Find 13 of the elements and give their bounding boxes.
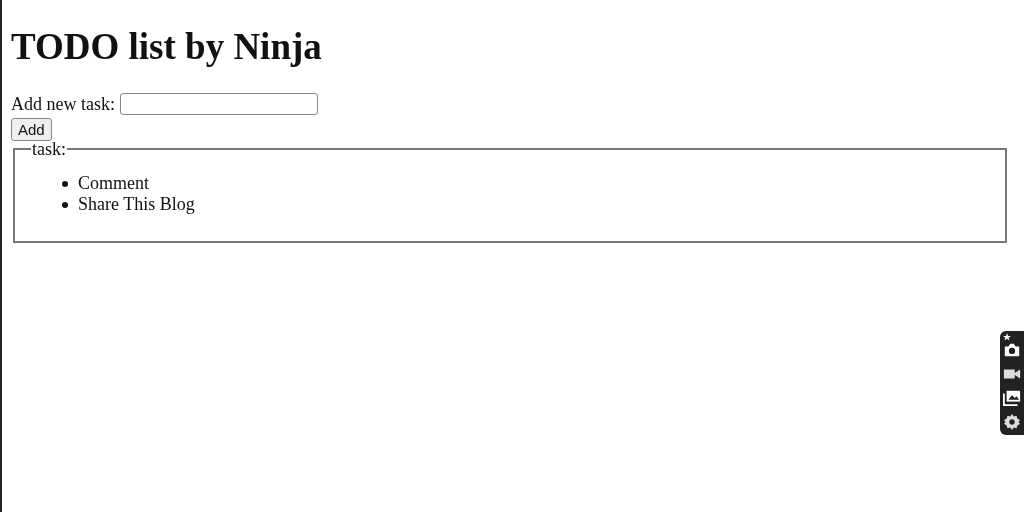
fieldset-legend: task:: [31, 141, 67, 157]
camera-icon[interactable]: [1003, 341, 1021, 359]
page-title: TODO list by Ninja: [11, 25, 323, 69]
bullet-icon: [62, 180, 68, 187]
field-label: Add new task:: [11, 93, 115, 115]
task-item: Share This Blog: [78, 194, 195, 215]
input-field[interactable]: [120, 93, 318, 115]
settings-icon[interactable]: [1003, 413, 1021, 431]
bullet-icon: [62, 201, 68, 208]
star-icon[interactable]: [1003, 333, 1011, 341]
add-button[interactable]: Add: [11, 118, 52, 141]
image-icon[interactable]: [1003, 389, 1021, 407]
task-item: Comment: [78, 173, 149, 194]
